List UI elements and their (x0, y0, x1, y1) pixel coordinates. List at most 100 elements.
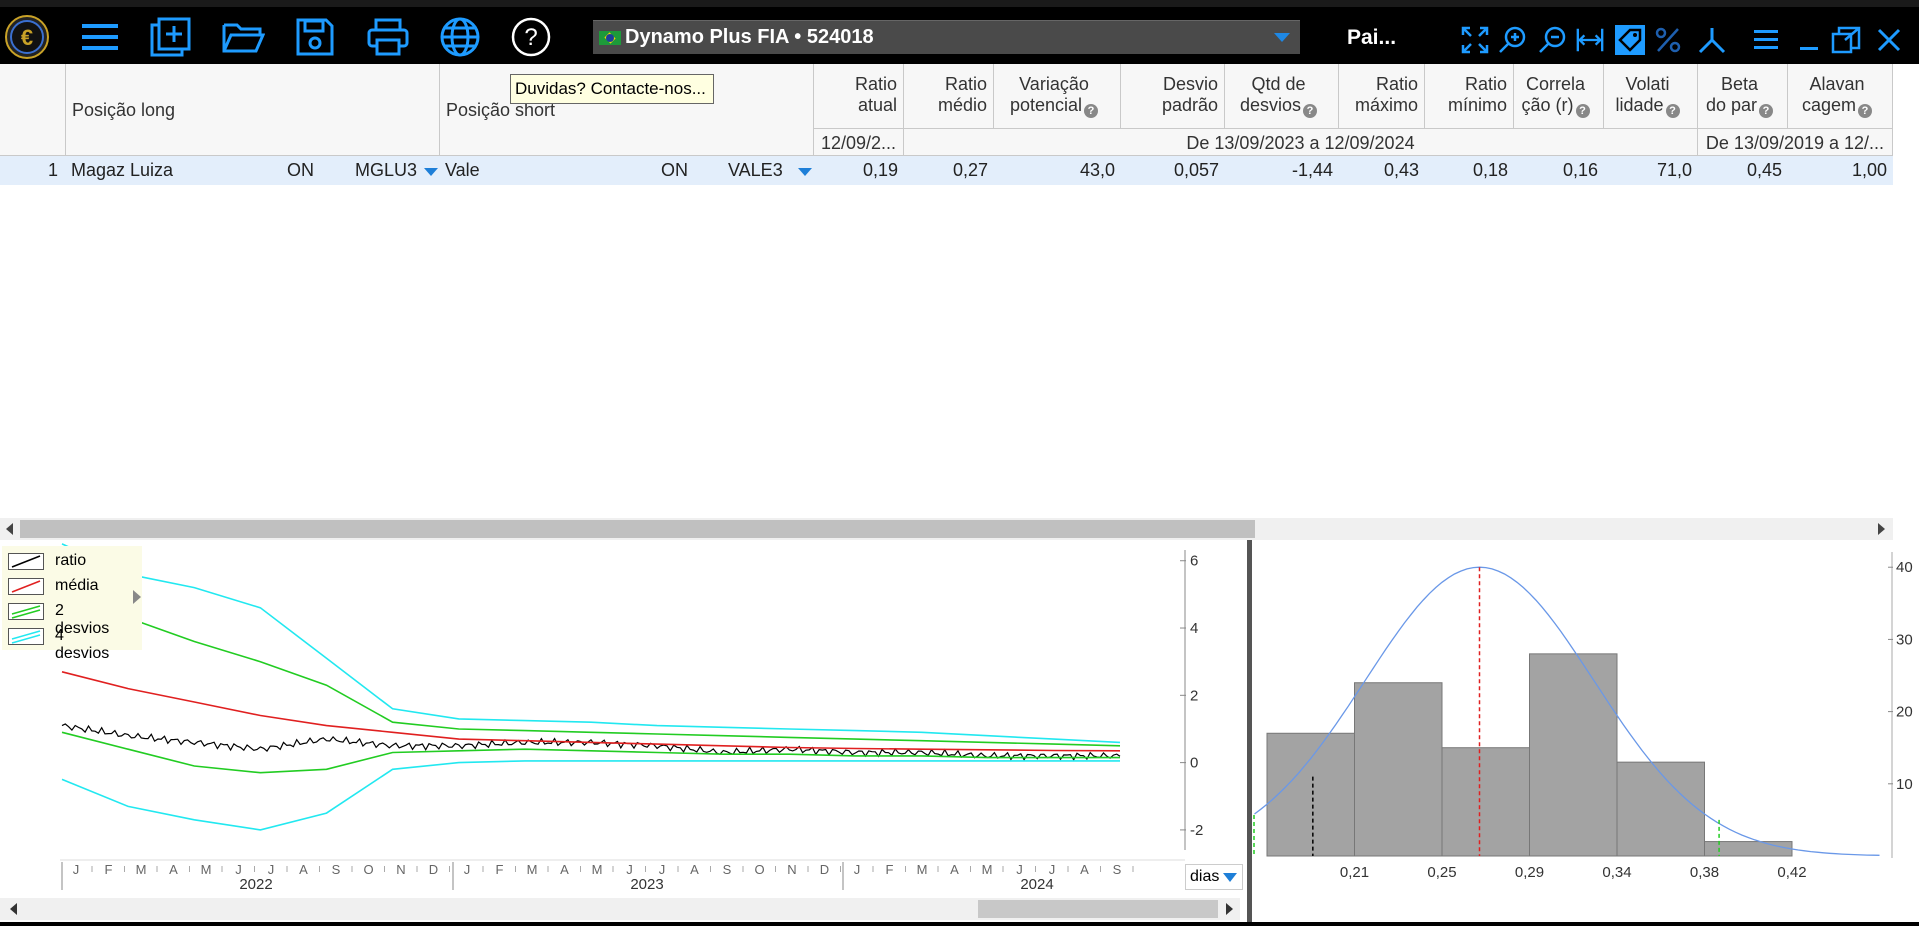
zoom-out-icon[interactable] (1537, 25, 1567, 55)
help-icon[interactable]: ? (1858, 104, 1873, 118)
histogram-bar[interactable] (1616, 761, 1705, 857)
header-variacao-l1: Variação (1019, 74, 1089, 94)
cell-correlacao: 0,16 (1562, 160, 1598, 180)
ratio-histogram-chart[interactable]: 40 30 20 10 0,21 0,25 0,29 0,34 0,38 0,42 (1252, 540, 1917, 920)
x-month-label: M (136, 862, 147, 877)
histogram-bar[interactable] (1529, 653, 1618, 857)
chart-legend[interactable]: ratio média 2 desvios 4 desvios (2, 546, 142, 662)
minimize-icon[interactable] (1795, 25, 1825, 55)
x-month-label: M (592, 862, 603, 877)
header-ratio-atual-l2: atual (857, 95, 897, 115)
histogram-bar[interactable] (1354, 682, 1443, 857)
grid-horizontal-scrollbar[interactable] (0, 518, 1893, 540)
header-ratio-medio-l1: Ratio (944, 74, 987, 94)
web-globe-icon[interactable] (437, 17, 483, 57)
y-tick-label: 2 (1190, 687, 1198, 704)
fit-screen-icon[interactable] (1460, 25, 1490, 55)
x-month-label: A (1080, 862, 1089, 877)
header-beta[interactable]: Beta do par? (1698, 64, 1788, 128)
help-question-icon[interactable]: ? (508, 17, 554, 57)
help-icon[interactable]: ? (1084, 104, 1099, 118)
help-icon[interactable]: ? (1575, 104, 1590, 118)
header-rmin-l2: mínimo (1447, 95, 1507, 115)
y-tick-label: 30 (1896, 631, 1913, 648)
zoom-in-icon[interactable] (1497, 25, 1527, 55)
ratio-line-chart[interactable]: 6420-2J F M A M J J A S O N D2022J F M A M J J A S O N D2023J F… (0, 540, 1245, 895)
add-sheet-icon[interactable] (148, 17, 194, 57)
period-unit-select[interactable]: dias (1185, 864, 1243, 890)
help-icon[interactable]: ? (1665, 104, 1680, 118)
legend-label-4-desvios: 4 desvios (55, 627, 110, 662)
x-tick-label: 0,42 (1777, 864, 1806, 881)
short-ticker[interactable]: VALE3 (728, 156, 783, 185)
hamburger-menu-icon[interactable] (77, 17, 123, 57)
legend-swatch-media (8, 578, 44, 595)
header-variacao-potencial[interactable]: Variação potencial? (994, 64, 1121, 128)
header-qtd-desvios[interactable]: Qtd de desvios? (1225, 64, 1339, 128)
header-ratio-atual[interactable]: Ratio atual (814, 64, 904, 128)
x-month-label: F (105, 862, 113, 877)
histogram-bar[interactable] (1441, 747, 1530, 857)
scroll-left-icon[interactable] (10, 903, 17, 915)
header-posicao-long[interactable]: Posição long (66, 64, 440, 156)
short-ticker-dropdown-icon[interactable] (798, 168, 812, 176)
account-selector[interactable]: Dynamo Plus FIA • 524018 (593, 20, 1300, 54)
cell-beta: 0,45 (1746, 160, 1782, 180)
x-tick-label: 0,29 (1515, 864, 1544, 881)
series-2-desvios-lower-line (61, 731, 1120, 774)
graph-fork-icon[interactable] (1697, 25, 1727, 55)
histogram-bar[interactable] (1266, 732, 1355, 857)
header-desvio-l1: Desvio (1162, 74, 1218, 94)
x-month-label: F (496, 862, 504, 877)
percent-icon[interactable] (1653, 25, 1683, 55)
fit-width-icon[interactable] (1575, 25, 1605, 55)
long-ticker[interactable]: MGLU3 (355, 156, 417, 185)
header-ratio-atual-l1: Ratio (854, 74, 897, 94)
long-ticker-dropdown-icon[interactable] (424, 168, 438, 176)
header-ratio-minimo[interactable]: Ratio mínimo (1425, 64, 1514, 128)
window-bottom-border (0, 922, 1919, 926)
scrollbar-thumb[interactable] (20, 520, 1255, 538)
legend-collapse-icon[interactable] (133, 590, 141, 604)
scroll-right-icon[interactable] (1878, 523, 1885, 535)
euro-logo-icon[interactable]: € (4, 15, 50, 59)
open-folder-icon[interactable] (220, 17, 266, 57)
restore-icon[interactable] (1831, 25, 1861, 55)
x-month-label: J (1049, 862, 1056, 877)
chevron-down-icon[interactable] (1274, 33, 1290, 42)
x-month-label: J (1016, 862, 1023, 877)
scrollbar-thumb[interactable] (978, 900, 1218, 918)
x-year-label: 2022 (239, 876, 272, 893)
tag-filter-icon[interactable] (1615, 25, 1645, 55)
row-index-header (0, 64, 66, 156)
header-volatilidade[interactable]: Volati lidade? (1604, 64, 1698, 128)
header-alavancagem[interactable]: Alavan cagem? (1788, 64, 1893, 128)
print-icon[interactable] (365, 17, 411, 57)
close-icon[interactable] (1874, 25, 1904, 55)
period-unit-value: dias (1190, 868, 1220, 885)
save-icon[interactable] (292, 17, 338, 57)
x-month-label: M (917, 862, 928, 877)
table-row[interactable]: 1 Magaz Luiza ON MGLU3 Vale ON VALE3 0,1… (0, 156, 1893, 185)
header-ratio-maximo[interactable]: Ratio máximo (1339, 64, 1425, 128)
header-correl-l1: Correla (1525, 74, 1586, 94)
cell-desvio: 0,057 (1173, 160, 1219, 180)
chart-horizontal-scrollbar[interactable] (0, 898, 1240, 920)
header-desvio-padrao[interactable]: Desvio padrão (1121, 64, 1225, 128)
help-icon[interactable]: ? (1759, 104, 1774, 118)
header-rmin-l1: Ratio (1464, 74, 1507, 94)
subheader-range-5y: De 13/09/2019 a 12/... (1698, 128, 1893, 156)
cell-qtd-desvios: -1,44 (1291, 160, 1333, 180)
x-month-label: M (201, 862, 212, 877)
header-ratio-medio[interactable]: Ratio médio (904, 64, 994, 128)
x-month-label: J (854, 862, 861, 877)
cell-volatilidade: 71,0 (1656, 160, 1692, 180)
header-correlacao[interactable]: Correla ção (r)? (1514, 64, 1604, 128)
menu-lines-icon[interactable] (1751, 25, 1781, 55)
panel-label[interactable]: Pai... (1347, 26, 1396, 50)
help-icon[interactable]: ? (1303, 104, 1318, 118)
histogram-bar[interactable] (1704, 841, 1793, 857)
scroll-right-icon[interactable] (1226, 903, 1233, 915)
chevron-down-icon[interactable] (1223, 873, 1237, 882)
scroll-left-icon[interactable] (6, 523, 13, 535)
